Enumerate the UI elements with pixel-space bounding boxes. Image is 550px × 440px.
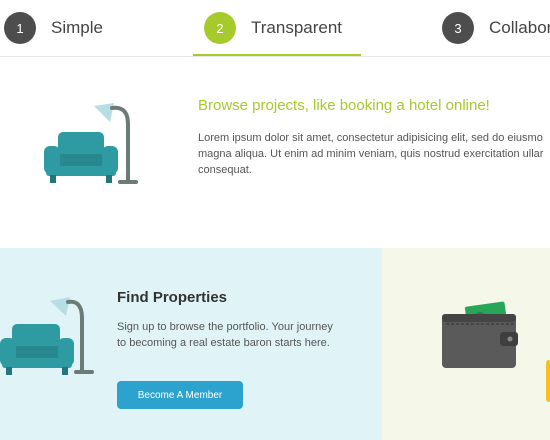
armchair-lamp-icon	[44, 103, 138, 184]
tab-transparent[interactable]: 2 Transparent	[204, 0, 342, 56]
find-properties-title: Find Properties	[117, 289, 228, 306]
find-properties-text: Sign up to browse the portfolio. Your jo…	[117, 321, 333, 349]
tabs-bar: 1 Simple 2 Transparent 3 Collabor	[0, 0, 550, 57]
wallet-icon	[442, 301, 518, 368]
tab-number: 3	[442, 12, 474, 44]
become-member-button[interactable]: Become A Member	[117, 381, 243, 409]
active-tab-indicator	[193, 54, 361, 56]
armchair-lamp-icon	[0, 297, 94, 375]
hero-text: Lorem ipsum dolor sit amet, consectetur …	[198, 132, 544, 176]
tab-label: Collabor	[489, 18, 550, 37]
hero-title: Browse projects, like booking a hotel on…	[198, 97, 490, 114]
tab-number: 2	[204, 12, 236, 44]
tab-label: Transparent	[251, 18, 343, 37]
yellow-accent-shape	[546, 360, 550, 402]
tab-simple[interactable]: 1 Simple	[4, 0, 103, 56]
tab-label: Simple	[51, 18, 103, 37]
tab-number: 1	[4, 12, 36, 44]
tab-collaborative[interactable]: 3 Collabor	[442, 0, 550, 56]
